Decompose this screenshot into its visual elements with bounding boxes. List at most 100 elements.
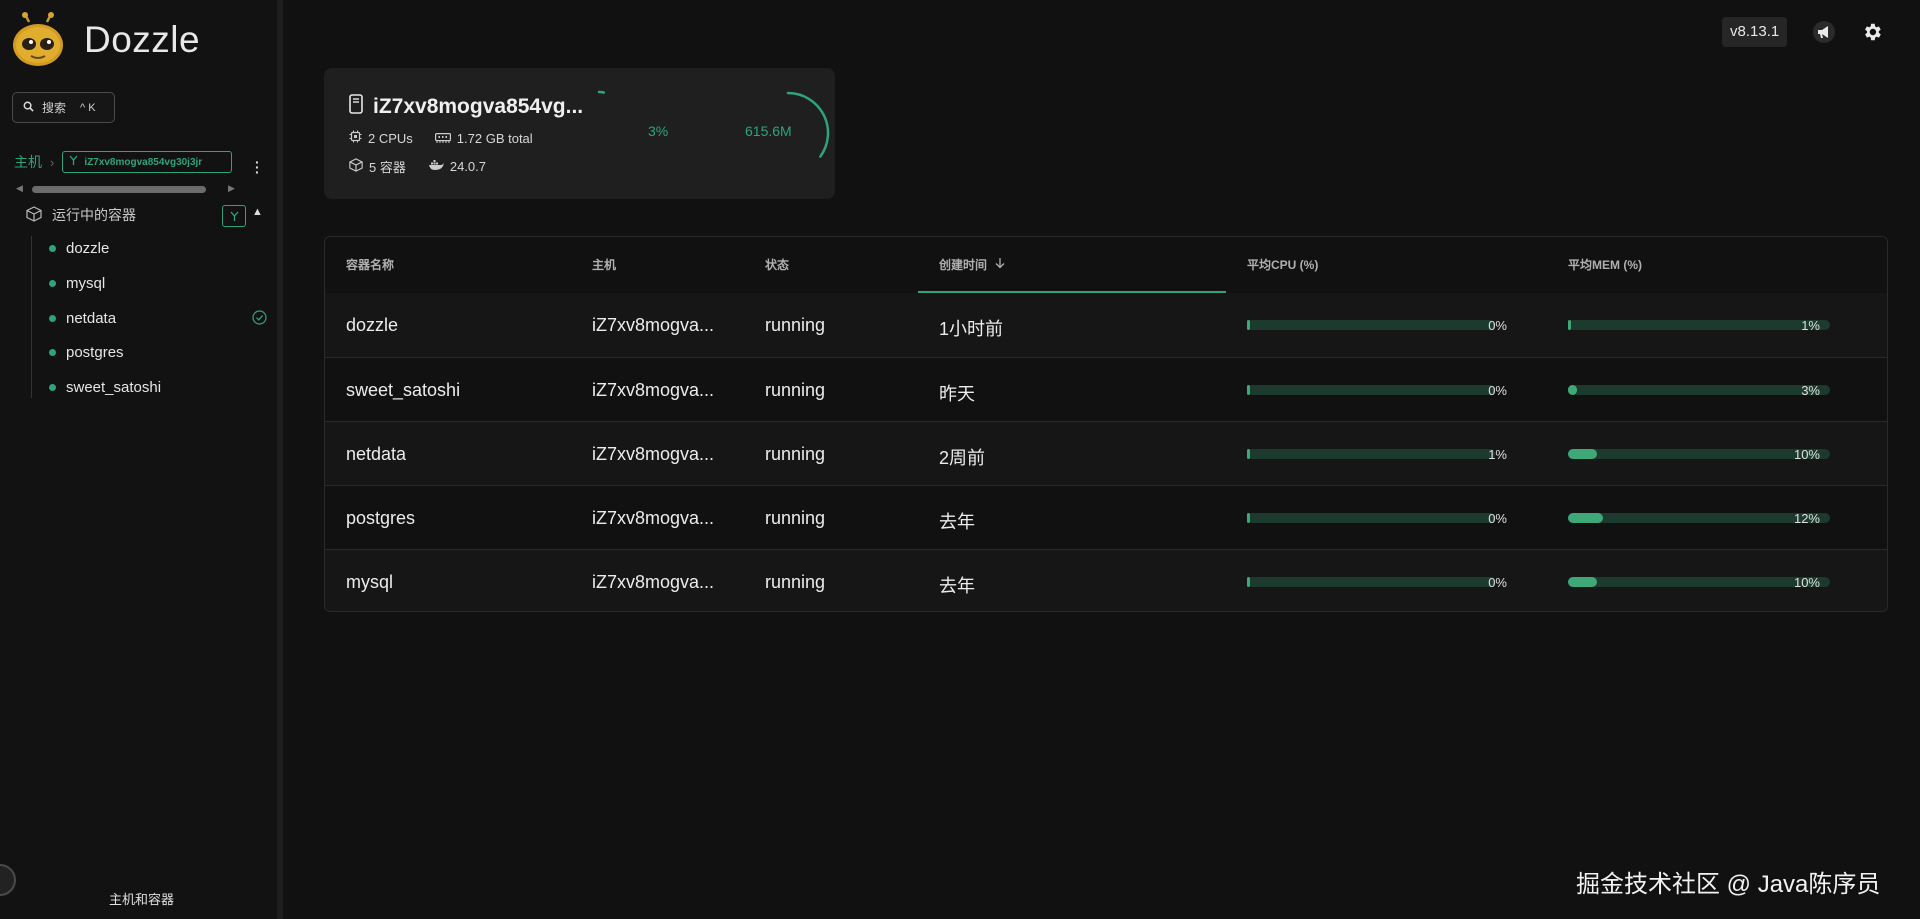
cube-icon [26, 205, 42, 225]
breadcrumb-home-link[interactable]: 主机 [14, 152, 42, 172]
sidebar-container-label: dozzle [66, 240, 110, 257]
created-cell: 去年 [939, 512, 975, 532]
host-specs: 2 CPUs 1.72 GB total [349, 130, 533, 146]
sidebar-container-item[interactable]: postgres [49, 344, 267, 361]
column-header-mem[interactable]: 平均MEM (%) [1568, 256, 1642, 273]
created-cell: 1小时前 [939, 319, 1004, 339]
chevron-up-icon[interactable]: ▲ [252, 206, 263, 218]
search-label: 搜索 [42, 101, 67, 115]
gear-icon[interactable] [1858, 18, 1886, 46]
docker-version: 24.0.7 [449, 159, 486, 174]
sidebar: Dozzle 搜索 ^ K 主机 › iZ7xv8mogva854vg30j3j… [0, 0, 283, 919]
table-row[interactable]: dozzle iZ7xv8mogva... running 1小时前 0% 1% [325, 293, 1887, 357]
cpu-usage-fill [1247, 385, 1250, 395]
container-name-cell: dozzle [346, 315, 399, 335]
table-row[interactable]: mysql iZ7xv8mogva... running 去年 0% 10% [325, 549, 1887, 611]
container-name-cell: sweet_satoshi [346, 380, 461, 400]
sidebar-container-item[interactable]: netdata [49, 309, 267, 328]
search-icon [23, 101, 34, 115]
search-button[interactable]: 搜索 ^ K [12, 92, 115, 123]
status-dot [49, 245, 56, 252]
host-cell: iZ7xv8mogva... [592, 508, 715, 528]
status-dot [49, 384, 56, 391]
scroll-left-icon[interactable]: ◀ [16, 183, 23, 194]
sidebar-container-label: mysql [66, 275, 106, 292]
app-title: Dozzle [84, 19, 201, 60]
container-name-cell: netdata [346, 444, 407, 464]
cpu-usage-bar [1247, 449, 1495, 459]
cpu-usage-bar [1247, 320, 1495, 330]
cpu-usage-label: 0% [1488, 575, 1507, 590]
scrollbar-thumb[interactable] [32, 186, 206, 193]
table-row[interactable]: sweet_satoshi iZ7xv8mogva... running 昨天 0% 3% [325, 357, 1887, 421]
mem-usage-label: 10% [1793, 575, 1820, 590]
table-row[interactable]: postgres iZ7xv8mogva... running 去年 0% 12% [325, 485, 1887, 549]
column-header-cpu[interactable]: 平均CPU (%) [1247, 256, 1318, 273]
host-card[interactable]: iZ7xv8mogva854vg... 2 CPUs 1.72 GB total… [324, 68, 835, 199]
host-name-row: iZ7xv8mogva854vg... [349, 94, 583, 120]
version-badge[interactable]: v8.13.1 [1722, 17, 1788, 47]
cpu-usage-label: 0% [1488, 318, 1507, 333]
column-header-state[interactable]: 状态 [765, 256, 789, 273]
cpu-usage-label: 0% [1488, 511, 1507, 526]
column-header-name[interactable]: 容器名称 [346, 256, 394, 273]
state-cell: running [765, 508, 826, 528]
host-name: iZ7xv8mogva854vg... [373, 95, 584, 118]
breadcrumb-host-select[interactable]: iZ7xv8mogva854vg30j3jr [62, 151, 233, 173]
state-cell: running [765, 444, 826, 464]
mem-usage-label: 1% [1801, 318, 1820, 333]
logo[interactable]: Dozzle [12, 12, 200, 68]
mem-usage-fill [1568, 449, 1597, 459]
status-dot [49, 349, 56, 356]
table-row[interactable]: netdata iZ7xv8mogva... running 2周前 1% 10% [325, 421, 1887, 485]
column-header-created[interactable]: 创建时间 [939, 256, 1005, 273]
sidebar-container-label: netdata [66, 310, 117, 327]
check-circle-icon [252, 309, 267, 328]
more-options-icon[interactable]: · · · [255, 155, 260, 179]
column-header-host[interactable]: 主机 [592, 256, 616, 273]
mem-usage-label: 10% [1793, 447, 1820, 462]
horizontal-scrollbar[interactable]: ◀ ▶ [16, 183, 240, 195]
breadcrumb-host-label: iZ7xv8mogva854vg30j3jr [84, 156, 203, 168]
cpu-gauge [597, 90, 606, 94]
sidebar-container-item[interactable]: dozzle [49, 240, 267, 257]
chevron-right-icon: › [50, 154, 55, 170]
announcement-icon[interactable] [1810, 18, 1838, 46]
cpu-count: 2 CPUs [368, 130, 413, 146]
search-shortcut: ^ K [80, 101, 96, 114]
sidebar-footer-label: 主机和容器 [108, 892, 174, 907]
host-branch-icon [69, 155, 78, 169]
state-cell: running [765, 572, 826, 592]
cpu-usage-bar [1247, 385, 1495, 395]
sidebar-container-item[interactable]: mysql [49, 275, 267, 292]
column-header-created-label: 创建时间 [939, 258, 988, 272]
cpu-usage-fill [1247, 320, 1250, 330]
mem-usage-fill [1568, 577, 1597, 587]
cube-icon [349, 158, 363, 175]
host-cell: iZ7xv8mogva... [592, 380, 715, 400]
docker-icon [428, 159, 444, 174]
created-cell: 昨天 [939, 384, 975, 404]
sidebar-container-label: postgres [66, 344, 124, 361]
cpu-usage-fill [1247, 577, 1250, 587]
cpu-usage-label: 0% [1488, 383, 1507, 398]
created-cell: 2周前 [939, 448, 986, 468]
group-filter-icon[interactable] [222, 205, 246, 227]
scroll-right-icon[interactable]: ▶ [228, 183, 235, 194]
mem-usage-fill [1568, 320, 1571, 330]
cpu-chip-icon [349, 130, 362, 146]
container-name-cell: mysql [346, 572, 394, 592]
mem-usage-label: 3% [1801, 383, 1820, 398]
mem-usage-fill [1568, 513, 1603, 523]
created-cell: 去年 [939, 576, 975, 596]
memory-total: 1.72 GB total [456, 130, 533, 146]
host-cell: iZ7xv8mogva... [592, 444, 715, 464]
running-containers-group[interactable]: 运行中的容器 ▲ [26, 205, 266, 227]
sidebar-container-label: sweet_satoshi [66, 379, 162, 396]
memory-icon [434, 131, 451, 146]
mem-usage-fill [1568, 385, 1577, 395]
group-label: 运行中的容器 [52, 207, 136, 223]
containers-table: 容器名称 主机 状态 创建时间 平均CPU (%) 平均MEM (%) dozz… [324, 236, 1888, 612]
tree-divider [31, 236, 32, 398]
sidebar-container-item[interactable]: sweet_satoshi [49, 379, 267, 396]
